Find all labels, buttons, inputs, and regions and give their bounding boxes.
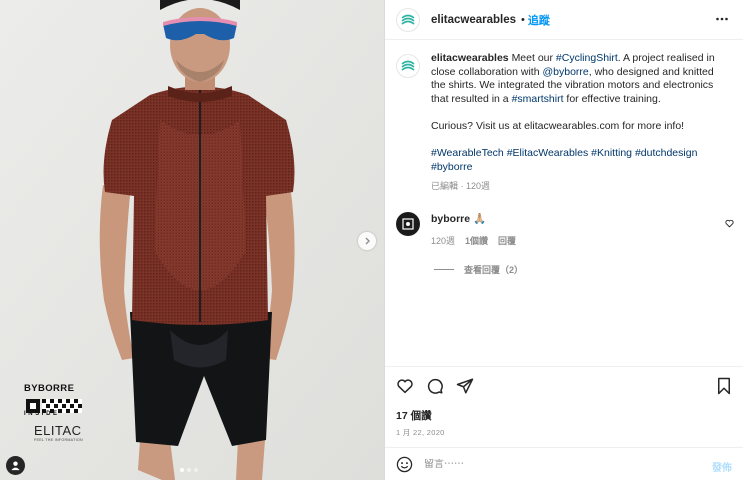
hashtag-link[interactable]: #Knitting — [591, 147, 632, 159]
more-horizontal-icon — [716, 17, 728, 21]
like-count[interactable]: 17 個讚 — [396, 408, 432, 423]
hashtag-link[interactable]: #CyclingShirt — [556, 52, 618, 64]
post-side-panel: elitacwearables • 追蹤 elitacwearables Mee… — [384, 0, 743, 480]
brand-logos: BYBORRE INSIDE ELITAC FEEL THE INFORMATI… — [24, 383, 86, 442]
post-date[interactable]: 1 月 22, 2020 — [396, 427, 445, 438]
post-photo[interactable]: BYBORRE INSIDE ELITAC FEEL THE INFORMATI… — [0, 0, 384, 480]
more-options-button[interactable] — [715, 12, 729, 29]
elitac-tagline: FEEL THE INFORMATION — [34, 438, 83, 442]
separator-dot: • — [521, 13, 525, 26]
comment-body: byborre 🙏🏼 120週 1個讚 回覆 — [431, 212, 516, 247]
elitac-logo-icon — [401, 60, 415, 71]
hashtag-link[interactable]: #WearableTech — [431, 147, 504, 159]
mention-link[interactable]: @byborre — [542, 66, 588, 78]
view-replies-button[interactable]: 查看回覆（2） — [434, 263, 523, 276]
comment-icon[interactable] — [426, 377, 444, 395]
caption-paragraph: elitacwearables Meet our #CyclingShirt. … — [431, 52, 729, 106]
comment-age[interactable]: 120週 — [431, 234, 455, 247]
commenter-avatar[interactable] — [396, 212, 420, 236]
post-header: elitacwearables • 追蹤 — [385, 0, 743, 40]
save-button[interactable] — [716, 377, 732, 398]
author-username[interactable]: elitacwearables — [431, 14, 516, 26]
instagram-post-modal: BYBORRE INSIDE ELITAC FEEL THE INFORMATI… — [0, 0, 743, 480]
comment-likes[interactable]: 1個讚 — [465, 234, 488, 247]
caption-text: Meet our — [511, 52, 556, 64]
byborre-logo: BYBORRE — [24, 383, 75, 394]
elitac-logo-icon — [401, 14, 415, 25]
comment-item: byborre 🙏🏼 120週 1個讚 回覆 — [396, 212, 736, 247]
byborre-logo-icon — [402, 218, 414, 230]
comment-input[interactable] — [424, 458, 694, 470]
post-caption: elitacwearables Meet our #CyclingShirt. … — [396, 52, 736, 194]
comment-meta: 120週 1個讚 回覆 — [431, 234, 516, 247]
caption-paragraph: Curious? Visit us at elitacwearables.com… — [431, 119, 685, 132]
hashtag-link[interactable]: #dutchdesign — [635, 147, 697, 159]
inside-label: INSIDE — [24, 411, 60, 417]
share-icon[interactable] — [456, 377, 474, 395]
caption-username[interactable]: elitacwearables — [431, 52, 509, 64]
reply-button[interactable]: 回覆 — [498, 234, 516, 247]
carousel-dot — [187, 468, 191, 472]
elitac-logo: ELITAC — [34, 423, 82, 438]
bookmark-icon — [718, 377, 730, 395]
follow-button[interactable]: 追蹤 — [528, 12, 550, 28]
post-actions-section: 17 個讚 1 月 22, 2020 — [385, 366, 743, 447]
comment-text: 🙏🏼 — [473, 213, 487, 225]
carousel-dot — [194, 468, 198, 472]
carousel-indicator — [180, 468, 198, 472]
chevron-right-icon — [365, 237, 370, 245]
tagged-users-button[interactable] — [6, 456, 25, 475]
post-comment-button[interactable]: 發佈 — [712, 459, 732, 474]
caption-hashtags: #WearableTech #ElitacWearables #Knitting… — [431, 147, 729, 174]
author-avatar[interactable] — [396, 7, 420, 32]
hashtag-link[interactable]: #byborre — [431, 161, 472, 173]
hashtag-link[interactable]: #smartshirt — [512, 93, 564, 105]
comment-like-button[interactable] — [725, 219, 734, 231]
action-bar — [396, 377, 474, 395]
heart-icon[interactable] — [396, 377, 414, 395]
replies-divider — [434, 269, 454, 270]
hashtag-link[interactable]: #ElitacWearables — [507, 147, 589, 159]
carousel-next-button[interactable] — [358, 232, 376, 250]
view-replies-label: 查看回覆（2） — [464, 265, 524, 275]
heart-outline-icon — [725, 219, 734, 228]
smile-icon[interactable] — [396, 456, 413, 473]
commenter-username[interactable]: byborre — [431, 213, 470, 225]
person-icon — [11, 461, 20, 471]
caption-meta: 已編輯 · 120週 — [431, 181, 491, 192]
caption-author-avatar[interactable] — [396, 54, 420, 78]
caption-body: elitacwearables Meet our #CyclingShirt. … — [431, 52, 729, 194]
caption-text: for effective training. — [563, 92, 661, 105]
add-comment-bar: 發佈 — [385, 447, 743, 480]
carousel-dot — [180, 468, 184, 472]
